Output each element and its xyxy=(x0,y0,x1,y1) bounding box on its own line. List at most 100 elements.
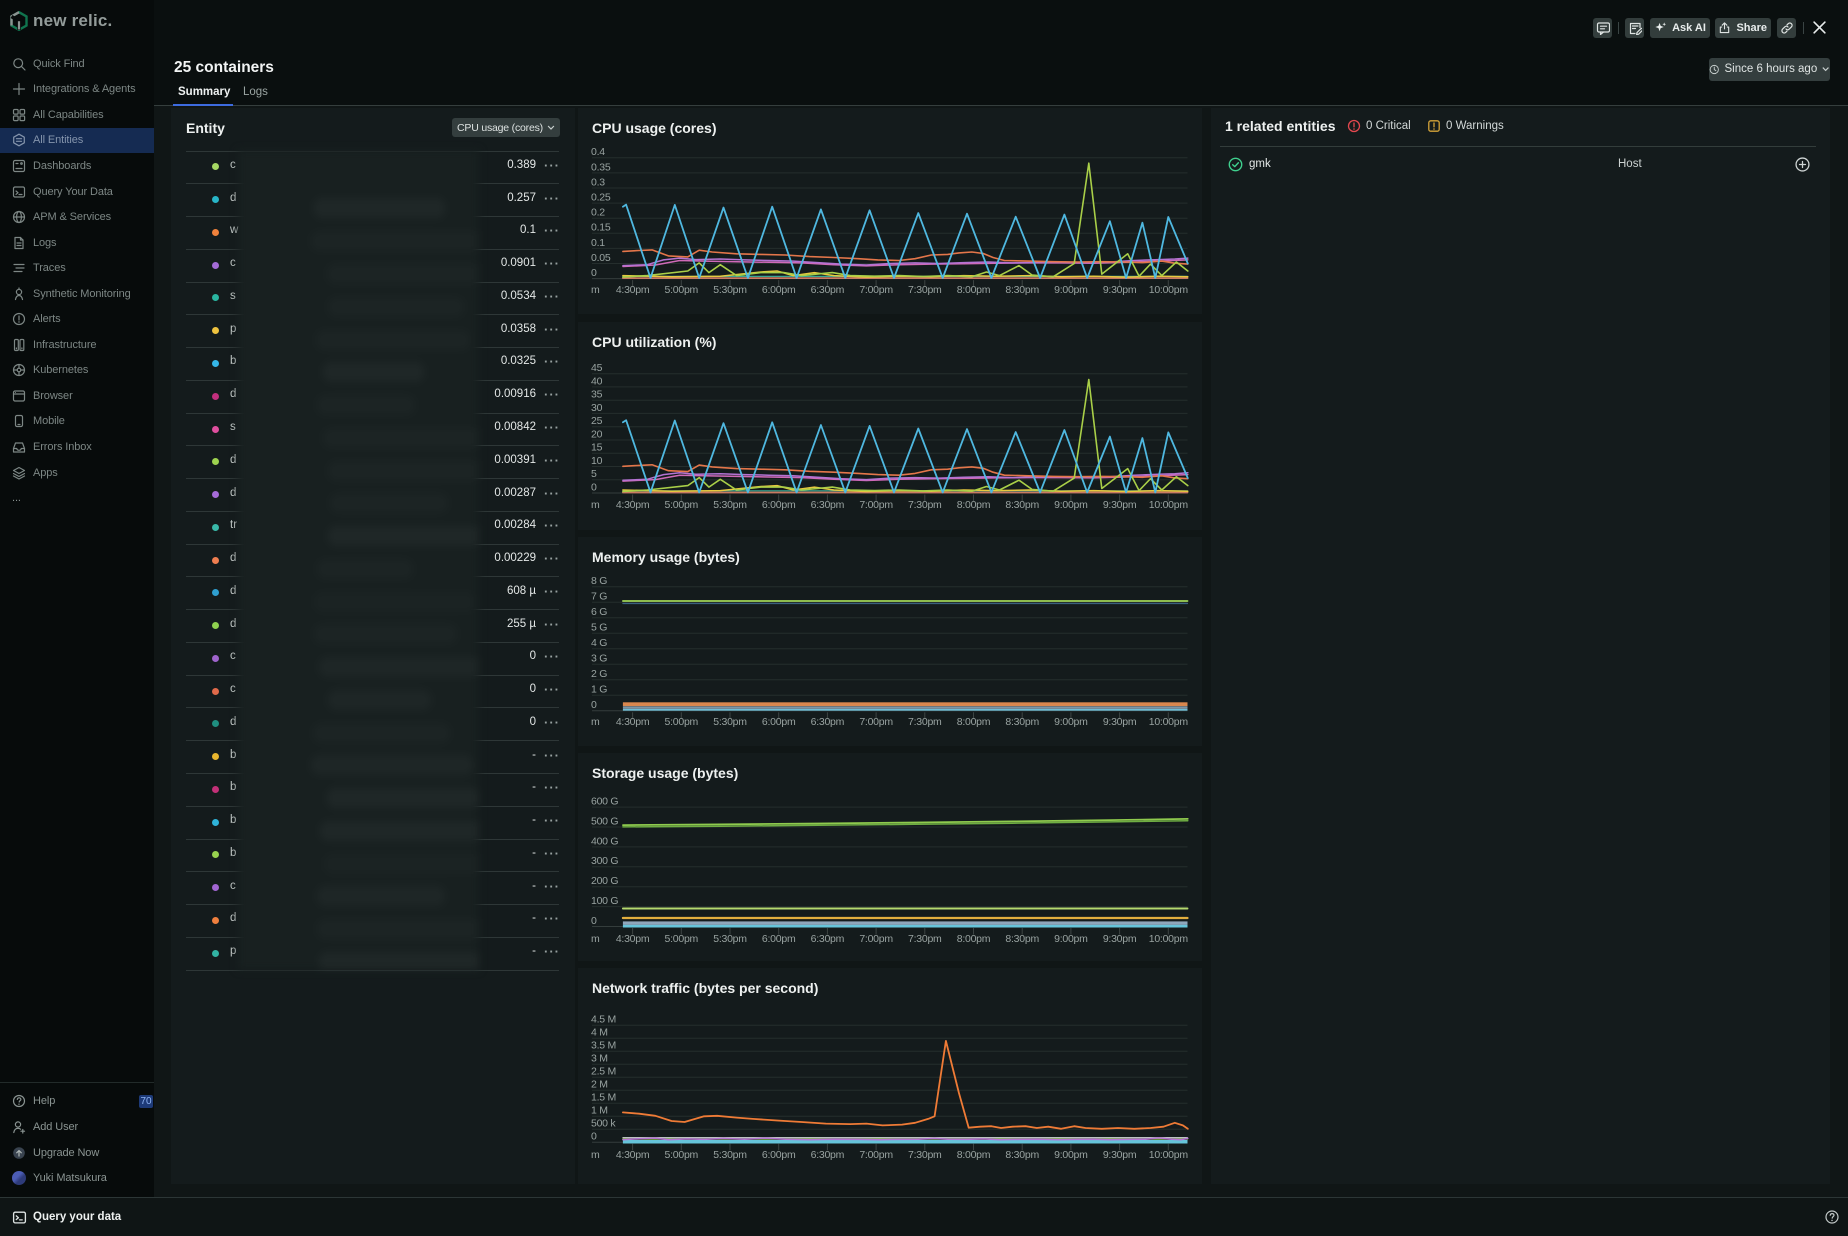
svg-text:6:00pm: 6:00pm xyxy=(762,716,796,728)
svg-text:0: 0 xyxy=(591,1131,597,1143)
svg-text:3.5 M: 3.5 M xyxy=(591,1040,616,1052)
svg-text:6:30pm: 6:30pm xyxy=(811,933,845,945)
svg-text:m: m xyxy=(591,933,600,945)
svg-text:6:00pm: 6:00pm xyxy=(762,499,796,511)
svg-text:7:30pm: 7:30pm xyxy=(908,933,942,945)
svg-text:25: 25 xyxy=(591,415,603,427)
svg-text:5:30pm: 5:30pm xyxy=(713,284,747,296)
svg-text:6:00pm: 6:00pm xyxy=(762,933,796,945)
svg-text:10:00pm: 10:00pm xyxy=(1149,1149,1189,1161)
svg-text:6:30pm: 6:30pm xyxy=(811,499,845,511)
svg-text:0: 0 xyxy=(591,267,597,279)
svg-text:10:00pm: 10:00pm xyxy=(1149,716,1189,728)
svg-text:0.3: 0.3 xyxy=(591,176,605,188)
svg-text:7:00pm: 7:00pm xyxy=(859,933,893,945)
svg-text:3 G: 3 G xyxy=(591,653,607,665)
svg-text:7:30pm: 7:30pm xyxy=(908,284,942,296)
svg-text:5:30pm: 5:30pm xyxy=(713,716,747,728)
svg-text:2.5 M: 2.5 M xyxy=(591,1066,616,1078)
svg-text:8:30pm: 8:30pm xyxy=(1005,284,1039,296)
svg-text:4:30pm: 4:30pm xyxy=(616,716,650,728)
svg-text:0.2: 0.2 xyxy=(591,207,605,219)
svg-text:8:30pm: 8:30pm xyxy=(1005,716,1039,728)
svg-text:m: m xyxy=(591,716,600,728)
svg-text:9:30pm: 9:30pm xyxy=(1103,499,1137,511)
svg-text:8:30pm: 8:30pm xyxy=(1005,1149,1039,1161)
svg-text:6:00pm: 6:00pm xyxy=(762,284,796,296)
svg-text:15: 15 xyxy=(591,441,603,453)
svg-text:1 M: 1 M xyxy=(591,1105,608,1117)
svg-text:4 M: 4 M xyxy=(591,1027,608,1039)
svg-text:5:00pm: 5:00pm xyxy=(665,1149,699,1161)
svg-text:9:00pm: 9:00pm xyxy=(1054,284,1088,296)
svg-text:4 G: 4 G xyxy=(591,637,607,649)
svg-text:8:00pm: 8:00pm xyxy=(957,499,991,511)
svg-text:6:00pm: 6:00pm xyxy=(762,1149,796,1161)
svg-text:5:30pm: 5:30pm xyxy=(713,1149,747,1161)
svg-text:7:00pm: 7:00pm xyxy=(859,716,893,728)
svg-text:6:30pm: 6:30pm xyxy=(811,284,845,296)
svg-text:10:00pm: 10:00pm xyxy=(1149,499,1189,511)
svg-text:8:30pm: 8:30pm xyxy=(1005,933,1039,945)
svg-text:0: 0 xyxy=(591,914,597,926)
svg-text:m: m xyxy=(591,1149,600,1161)
svg-text:7:30pm: 7:30pm xyxy=(908,716,942,728)
svg-text:4:30pm: 4:30pm xyxy=(616,1149,650,1161)
svg-text:5:00pm: 5:00pm xyxy=(665,499,699,511)
svg-text:10:00pm: 10:00pm xyxy=(1149,284,1189,296)
svg-text:9:00pm: 9:00pm xyxy=(1054,933,1088,945)
svg-text:500 G: 500 G xyxy=(591,815,618,827)
svg-text:4.5 M: 4.5 M xyxy=(591,1014,616,1026)
svg-text:2 M: 2 M xyxy=(591,1079,608,1091)
svg-text:4:30pm: 4:30pm xyxy=(616,284,650,296)
svg-text:300 G: 300 G xyxy=(591,855,618,867)
svg-text:8:00pm: 8:00pm xyxy=(957,716,991,728)
svg-text:6:30pm: 6:30pm xyxy=(811,1149,845,1161)
svg-text:0.4: 0.4 xyxy=(591,146,605,158)
svg-text:100 G: 100 G xyxy=(591,895,618,907)
svg-text:7:30pm: 7:30pm xyxy=(908,499,942,511)
svg-text:30: 30 xyxy=(591,401,603,413)
svg-text:200 G: 200 G xyxy=(591,875,618,887)
svg-text:0: 0 xyxy=(591,481,597,493)
svg-text:6:30pm: 6:30pm xyxy=(811,716,845,728)
svg-text:20: 20 xyxy=(591,428,603,440)
svg-text:9:30pm: 9:30pm xyxy=(1103,716,1137,728)
svg-text:0: 0 xyxy=(591,699,597,711)
svg-text:7:00pm: 7:00pm xyxy=(859,284,893,296)
svg-text:9:00pm: 9:00pm xyxy=(1054,716,1088,728)
svg-text:5:00pm: 5:00pm xyxy=(665,716,699,728)
svg-text:9:30pm: 9:30pm xyxy=(1103,284,1137,296)
svg-text:1 G: 1 G xyxy=(591,684,607,696)
svg-text:5 G: 5 G xyxy=(591,622,607,634)
svg-text:4:30pm: 4:30pm xyxy=(616,499,650,511)
svg-text:5:00pm: 5:00pm xyxy=(665,933,699,945)
svg-text:40: 40 xyxy=(591,375,603,387)
svg-text:4:30pm: 4:30pm xyxy=(616,933,650,945)
svg-text:8:30pm: 8:30pm xyxy=(1005,499,1039,511)
svg-text:5:00pm: 5:00pm xyxy=(665,284,699,296)
svg-text:9:00pm: 9:00pm xyxy=(1054,499,1088,511)
svg-text:5:30pm: 5:30pm xyxy=(713,499,747,511)
svg-text:9:00pm: 9:00pm xyxy=(1054,1149,1088,1161)
svg-text:8 G: 8 G xyxy=(591,575,607,587)
svg-text:3 M: 3 M xyxy=(591,1053,608,1065)
svg-text:7:00pm: 7:00pm xyxy=(859,499,893,511)
svg-text:45: 45 xyxy=(591,362,603,374)
svg-text:9:30pm: 9:30pm xyxy=(1103,1149,1137,1161)
svg-text:0.05: 0.05 xyxy=(591,252,611,264)
svg-text:8:00pm: 8:00pm xyxy=(957,284,991,296)
svg-text:7:00pm: 7:00pm xyxy=(859,1149,893,1161)
svg-text:m: m xyxy=(591,499,600,511)
svg-text:8:00pm: 8:00pm xyxy=(957,1149,991,1161)
svg-text:7 G: 7 G xyxy=(591,591,607,603)
svg-text:1.5 M: 1.5 M xyxy=(591,1092,616,1104)
svg-text:0.25: 0.25 xyxy=(591,192,611,204)
svg-text:10: 10 xyxy=(591,454,603,466)
svg-text:0.1: 0.1 xyxy=(591,237,605,249)
svg-text:0.15: 0.15 xyxy=(591,222,611,234)
svg-text:5: 5 xyxy=(591,468,597,480)
svg-text:10:00pm: 10:00pm xyxy=(1149,933,1189,945)
svg-text:8:00pm: 8:00pm xyxy=(957,933,991,945)
svg-text:5:30pm: 5:30pm xyxy=(713,933,747,945)
